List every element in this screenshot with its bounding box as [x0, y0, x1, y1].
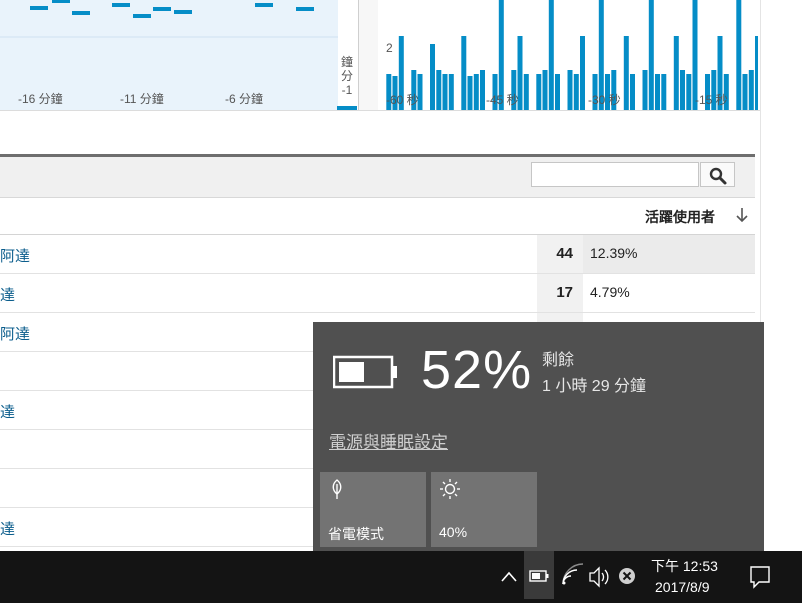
chart-baseline [0, 110, 760, 111]
second-bar [661, 74, 667, 110]
second-bar [580, 36, 585, 110]
second-bar [642, 70, 648, 110]
minute-bar [174, 10, 192, 14]
x-tick: -6 分鐘 [225, 92, 264, 106]
x-tick: -11 分鐘 [120, 92, 164, 106]
last-minute-label: 鐘 分 -1 [340, 55, 353, 97]
minute-bar [255, 3, 273, 7]
wifi-icon[interactable] [556, 551, 586, 603]
minute-bar [52, 0, 70, 3]
table-toolbar [0, 157, 755, 198]
second-bar [448, 74, 454, 110]
second-bar [755, 36, 758, 110]
tray-battery-button[interactable] [524, 551, 554, 599]
battery-percent: 52% [421, 340, 533, 400]
x-tick: -15 秒 [695, 93, 728, 107]
minute-bar [296, 7, 314, 11]
row-name[interactable]: 達 [0, 401, 15, 422]
second-bar [673, 36, 679, 110]
close-circle-icon[interactable] [612, 551, 642, 603]
brightness-sun-icon [440, 479, 460, 499]
power-sleep-settings-link[interactable]: 電源與睡眠設定 [329, 428, 448, 453]
remaining-label: 剩餘 [542, 352, 575, 369]
x-tick: -30 秒 [588, 93, 621, 107]
row-count: 17 [537, 274, 583, 312]
notification-icon[interactable] [745, 551, 775, 603]
row-percent: 4.79% [590, 284, 630, 300]
table-header: 活躍使用者 [0, 198, 755, 235]
row-count: 44 [537, 235, 583, 273]
remaining-time: 1 小時 29 分鐘 [542, 378, 647, 395]
minute-bar [153, 7, 171, 11]
x-tick: -45 秒 [486, 93, 519, 107]
row-name[interactable]: 阿達 [0, 323, 30, 344]
battery-icon [333, 355, 397, 389]
battery-saver-tile[interactable]: 省電模式 [320, 472, 426, 547]
second-bar [686, 74, 692, 110]
second-activity-chart: -60 秒 -45 秒 -30 秒 -15 秒 [378, 0, 758, 110]
second-bar [467, 76, 473, 110]
table-row[interactable]: 阿達 44 12.39% [0, 235, 755, 274]
tile-label: 省電模式 [328, 526, 384, 542]
search-button[interactable] [700, 162, 735, 187]
second-bar [430, 44, 435, 110]
second-bar [523, 74, 529, 110]
second-bar [573, 74, 579, 110]
x-tick: -60 秒 [386, 93, 419, 107]
page-scrollbar[interactable] [760, 0, 802, 603]
row-percent: 12.39% [590, 245, 638, 261]
clock-date[interactable]: 2017/8/9 [655, 579, 710, 595]
second-bar [442, 74, 448, 110]
second-bar [742, 74, 748, 110]
battery-icon [529, 570, 549, 582]
battery-saver-leaf-icon [332, 479, 342, 499]
second-bar [555, 74, 560, 110]
table-row[interactable]: 達 17 4.79% [0, 274, 755, 313]
minute-bar [72, 11, 90, 15]
minute-bar [30, 6, 48, 10]
volume-icon[interactable] [584, 551, 614, 603]
brightness-tile[interactable]: 40% [431, 472, 537, 547]
row-name[interactable]: 達 [0, 284, 15, 305]
x-tick: -16 分鐘 [18, 92, 63, 106]
minute-bar [112, 3, 130, 7]
y-axis-label: 2 [386, 41, 393, 55]
taskbar: 下午 12:53 2017/8/9 [0, 551, 802, 603]
chevron-up-icon[interactable] [494, 551, 524, 603]
second-bar [473, 74, 479, 110]
column-header-active-users[interactable]: 活躍使用者 [645, 207, 715, 227]
tile-label: 40% [439, 524, 468, 540]
second-bar [480, 70, 485, 110]
second-bar [567, 70, 573, 110]
row-name[interactable]: 達 [0, 518, 15, 539]
search-input[interactable] [531, 162, 699, 187]
second-bar [623, 36, 629, 110]
chart-divider [358, 0, 379, 110]
row-name[interactable]: 阿達 [0, 245, 30, 266]
search-icon [709, 167, 727, 185]
minute-bar [133, 14, 151, 18]
second-bar [748, 70, 754, 110]
second-bar [542, 70, 548, 110]
second-bar [436, 70, 442, 110]
second-bar [655, 74, 660, 110]
minute-activity-chart: -16 分鐘 -11 分鐘 -6 分鐘 [0, 0, 338, 110]
second-bar [736, 0, 742, 110]
second-bar [536, 74, 542, 110]
second-bar [630, 74, 635, 110]
sort-descending-icon[interactable] [735, 206, 749, 224]
second-bar [548, 0, 554, 110]
second-bar [461, 36, 467, 110]
clock-time[interactable]: 下午 12:53 [651, 556, 718, 576]
second-bar [648, 0, 654, 110]
second-bar [680, 70, 685, 110]
battery-flyout: 52% 剩餘 1 小時 29 分鐘 電源與睡眠設定 省電模式 40% [313, 322, 764, 551]
